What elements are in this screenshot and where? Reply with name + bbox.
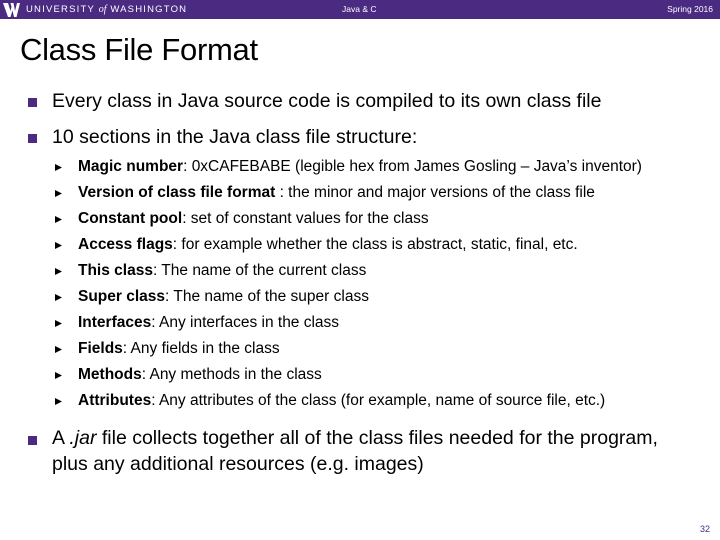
section-term: Fields	[78, 340, 123, 357]
section-item: Access flags: for example whether the cl…	[78, 235, 578, 255]
section-desc: : the minor and major versions of the cl…	[275, 184, 595, 201]
sub-bullet-arrow-icon	[55, 268, 62, 275]
section-item: Magic number: 0xCAFEBABE (legible hex fr…	[78, 157, 642, 177]
sub-bullet-arrow-icon	[55, 190, 62, 197]
sub-bullet-arrow-icon	[55, 294, 62, 301]
section-item: Interfaces: Any interfaces in the class	[78, 313, 339, 333]
university-logo: UNIVERSITY of WASHINGTON	[3, 2, 187, 17]
section-desc: : Any fields in the class	[122, 340, 280, 357]
university-name: UNIVERSITY of WASHINGTON	[26, 2, 187, 17]
bullet-ten-sections: 10 sections in the Java class file struc…	[52, 126, 418, 148]
section-term: Version of class file format	[78, 184, 276, 201]
section-item: Version of class file format : the minor…	[78, 183, 595, 203]
section-term: Constant pool	[78, 210, 183, 227]
sub-bullet-arrow-icon	[55, 398, 62, 405]
term-label: Spring 2016	[667, 4, 713, 14]
sub-bullet-arrow-icon	[55, 242, 62, 249]
section-item: This class: The name of the current clas…	[78, 261, 366, 281]
sub-bullet-arrow-icon	[55, 164, 62, 171]
sub-bullet-arrow-icon	[55, 320, 62, 327]
section-item: Super class: The name of the super class	[78, 287, 369, 307]
university-of: of	[98, 4, 107, 15]
bullet-square-icon	[28, 436, 37, 445]
section-desc: : Any attributes of the class (for examp…	[151, 392, 606, 409]
section-item: Methods: Any methods in the class	[78, 365, 322, 385]
section-item: Attributes: Any attributes of the class …	[78, 391, 605, 411]
section-item: Constant pool: set of constant values fo…	[78, 209, 429, 229]
section-desc: : Any methods in the class	[141, 366, 322, 383]
section-term: This class	[78, 262, 153, 279]
section-term: Super class	[78, 288, 166, 305]
section-item: Fields: Any fields in the class	[78, 339, 280, 359]
section-desc: : The name of the super class	[165, 288, 369, 305]
section-term: Access flags	[78, 236, 173, 253]
bullet-jar-file: A .jar file collects together all of the…	[52, 425, 692, 477]
section-term: Attributes	[78, 392, 152, 409]
sub-bullet-arrow-icon	[55, 372, 62, 379]
uw-w-logo-icon	[3, 2, 20, 17]
section-desc: : for example whether the class is abstr…	[172, 236, 578, 253]
header-bar: UNIVERSITY of WASHINGTON Java & C Spring…	[0, 0, 720, 19]
section-desc: : The name of the current class	[152, 262, 367, 279]
jar-text-post: file collects together all of the class …	[52, 427, 658, 475]
sub-bullet-arrow-icon	[55, 216, 62, 223]
section-term: Interfaces	[78, 314, 152, 331]
bullet-square-icon	[28, 134, 37, 143]
course-name: Java & C	[342, 4, 377, 14]
sub-bullet-arrow-icon	[55, 346, 62, 353]
jar-text-em: .jar	[69, 427, 97, 449]
jar-text-pre: A	[52, 427, 70, 449]
slide-title: Class File Format	[20, 32, 258, 67]
university-prefix: UNIVERSITY	[26, 4, 95, 15]
section-term: Methods	[78, 366, 142, 383]
page-number: 32	[699, 524, 710, 534]
section-desc: : set of constant values for the class	[182, 210, 429, 227]
section-desc: : 0xCAFEBABE (legible hex from James Gos…	[183, 158, 642, 175]
bullet-compiled-class: Every class in Java source code is compi…	[52, 90, 602, 112]
section-desc: : Any interfaces in the class	[151, 314, 340, 331]
bullet-square-icon	[28, 98, 37, 107]
university-suffix: WASHINGTON	[110, 4, 188, 15]
section-term: Magic number	[78, 158, 184, 175]
